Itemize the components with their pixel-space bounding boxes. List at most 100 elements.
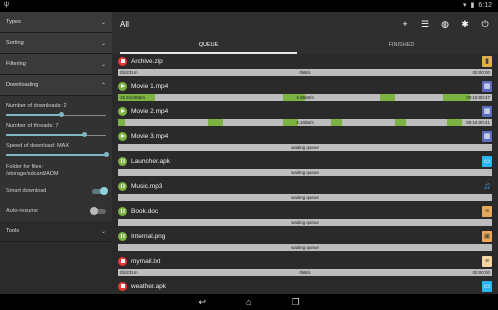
- battery-icon: ▮: [470, 2, 475, 9]
- video-file-icon: ▦: [482, 106, 492, 117]
- download-item[interactable]: Movie 3.mp4 ▦ waiting queue: [112, 129, 498, 154]
- slider-thumb[interactable]: [82, 132, 87, 137]
- chevron-down-icon: ⌄: [100, 19, 106, 26]
- drawer-section-types[interactable]: Types ⌄: [0, 12, 112, 33]
- speed-text: waiting queue: [291, 195, 319, 200]
- video-file-icon: ▦: [482, 131, 492, 142]
- slider-thumb[interactable]: [104, 152, 109, 157]
- file-name: Movie 2.mp4: [131, 107, 169, 115]
- speed-text: 4.16kB/s: [296, 120, 314, 125]
- clock: 6:12: [478, 1, 492, 9]
- tab-queue[interactable]: QUEUE: [112, 36, 305, 54]
- section-label: Tools: [6, 228, 20, 234]
- chevron-down-icon: ⌄: [100, 228, 106, 235]
- play-icon[interactable]: [118, 81, 127, 91]
- download-item[interactable]: Movie 1.mp4 ▦ 15.5m/256m 4.36kB/s 00:16:00:4…: [112, 79, 498, 104]
- usb-icon: ψ: [4, 1, 9, 8]
- file-name: Movie 3.mp4: [131, 132, 169, 140]
- num-threads-label: Number of threads: 7: [6, 123, 59, 129]
- globe-icon[interactable]: ◍: [440, 19, 450, 29]
- speed-slider[interactable]: [6, 151, 109, 159]
- file-name: Internal.png: [131, 232, 166, 240]
- file-name: Movie 1.mp4: [131, 82, 169, 90]
- pause-icon[interactable]: [118, 231, 127, 241]
- slider-thumb[interactable]: [59, 112, 64, 117]
- num-threads-slider[interactable]: [6, 131, 106, 139]
- drawer-section-downloading[interactable]: Downloading ⌃: [0, 75, 112, 96]
- progress-bar: waiting queue: [118, 144, 492, 151]
- play-icon[interactable]: [118, 131, 127, 141]
- zip-file-icon: ▮: [482, 56, 492, 67]
- file-name: weather.apk: [131, 282, 167, 290]
- play-icon[interactable]: [118, 106, 127, 116]
- settings-icon[interactable]: ✱: [460, 19, 470, 29]
- progress-bar: waiting queue: [118, 194, 492, 201]
- auto-resume-toggle[interactable]: [90, 206, 106, 215]
- tab-finished[interactable]: FINISHED: [305, 36, 498, 54]
- folder-label: Folder for files:: [6, 164, 43, 170]
- time-text: 00:00:00: [472, 70, 490, 75]
- list-icon[interactable]: ☰: [420, 19, 430, 29]
- download-item[interactable]: Movie 2.mp4 ▦ 4.16kB/s 00:15:00:41: [112, 104, 498, 129]
- file-name: Archive.zip: [131, 57, 163, 65]
- auto-resume-row[interactable]: Auto-resume: [0, 201, 112, 221]
- section-label: Downloading: [6, 82, 39, 88]
- chevron-down-icon: ⌄: [100, 61, 106, 68]
- time-text: 00:16:00:47: [466, 95, 490, 100]
- download-item[interactable]: Archive.zip ▮ 0b/231m 0kB/s 00:00:00: [112, 54, 498, 79]
- download-item[interactable]: mymail.txt ≡ 0b/231m 0kB/s 00:00:00: [112, 254, 498, 279]
- home-icon[interactable]: ⌂: [246, 297, 251, 307]
- system-nav-bar: ↩ ⌂ ❐: [0, 294, 498, 310]
- download-item[interactable]: Book.doc ≡ waiting queue: [112, 204, 498, 229]
- video-file-icon: ▦: [482, 81, 492, 92]
- speed-text: waiting queue: [291, 170, 319, 175]
- doc-file-icon: ≡: [482, 206, 492, 217]
- speed-text: waiting queue: [291, 245, 319, 250]
- file-name: Launcher.apk: [131, 157, 171, 165]
- wifi-icon: ▾: [463, 2, 467, 9]
- stop-icon[interactable]: [118, 56, 127, 66]
- num-downloads-slider[interactable]: [6, 111, 106, 119]
- speed-text: 4.36kB/s: [296, 95, 314, 100]
- speed-text: waiting queue: [291, 145, 319, 150]
- drawer-section-filtering[interactable]: Filtering ⌄: [0, 54, 112, 75]
- drawer-section-sorting[interactable]: Sorting ⌄: [0, 33, 112, 54]
- smart-download-row[interactable]: Smart download: [0, 181, 112, 201]
- section-label: Filtering: [6, 61, 26, 67]
- speed-label: Speed of download: MAX: [6, 143, 70, 149]
- folder-path[interactable]: /storage/sdcard/ADM: [6, 171, 106, 177]
- speed-text: 0kB/s: [299, 70, 311, 75]
- stop-icon[interactable]: [118, 256, 127, 266]
- status-bar: ψ ▾ ▮ 6:12: [0, 0, 498, 12]
- file-name: mymail.txt: [131, 257, 161, 265]
- time-text: 00:00:00: [472, 270, 490, 275]
- drawer-section-tools[interactable]: Tools ⌄: [0, 221, 112, 242]
- section-label: Sorting: [6, 40, 24, 46]
- download-item[interactable]: Internal.png ▣ waiting queue: [112, 229, 498, 254]
- pause-icon[interactable]: [118, 181, 127, 191]
- recents-icon[interactable]: ❐: [291, 297, 299, 308]
- power-icon[interactable]: ⏻: [480, 19, 490, 29]
- downloading-options: Number of downloads: 2 Number of threads…: [0, 96, 112, 181]
- tab-bar: QUEUE FINISHED: [112, 36, 498, 54]
- num-downloads-label: Number of downloads: 2: [6, 103, 67, 109]
- progress-bar: 0b/231m 0kB/s 00:00:00: [118, 269, 492, 276]
- music-file-icon: ♫: [483, 181, 491, 192]
- back-icon[interactable]: ↩: [198, 297, 206, 308]
- chevron-up-icon: ⌃: [100, 82, 106, 89]
- smart-download-toggle[interactable]: [92, 186, 108, 195]
- progress-bar: waiting queue: [118, 219, 492, 226]
- section-label: Types: [6, 19, 21, 25]
- progress-bar: 4.16kB/s 00:15:00:41: [118, 119, 492, 126]
- stop-icon[interactable]: [118, 281, 127, 291]
- add-icon[interactable]: +: [400, 19, 410, 29]
- progress-bar: waiting queue: [118, 169, 492, 176]
- img-file-icon: ▣: [482, 231, 492, 242]
- download-item[interactable]: Music.mp3 ♫ waiting queue: [112, 179, 498, 204]
- download-item[interactable]: Launcher.apk ▭ waiting queue: [112, 154, 498, 179]
- pause-icon[interactable]: [118, 156, 127, 166]
- app-file-icon: ▭: [482, 281, 492, 292]
- download-item[interactable]: weather.apk ▭: [112, 279, 498, 294]
- pause-icon[interactable]: [118, 206, 127, 216]
- main-panel: All + ☰ ◍ ✱ ⏻ QUEUE FINISHED Archive.zip…: [112, 12, 498, 294]
